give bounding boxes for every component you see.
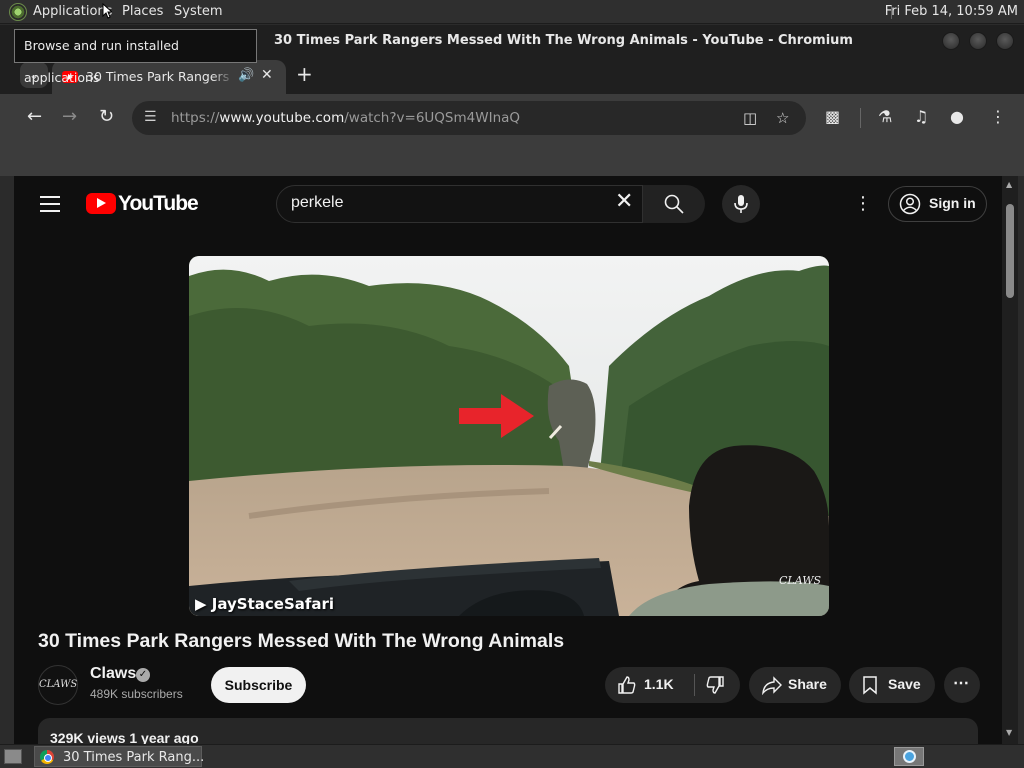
tab-title: 30 Times Park Rangers Messed With The Wr… [86, 69, 234, 84]
new-tab-button[interactable]: + [296, 62, 313, 86]
taskbar-window-chromium[interactable]: 30 Times Park Rang... [34, 746, 205, 767]
youtube-page: YouTube ✕ ⋮ Sign in [14, 176, 1018, 744]
subscriber-count: 489K subscribers [90, 687, 183, 701]
clock[interactable]: Fri Feb 14, 10:59 AM [885, 4, 1018, 19]
search-icon [664, 194, 684, 214]
view-stats: 329K views 1 year ago [50, 730, 199, 744]
like-count: 1.1K [644, 676, 674, 692]
share-button[interactable]: Share [749, 667, 841, 703]
description-box[interactable]: 329K views 1 year ago [38, 718, 978, 744]
video-player[interactable]: ▶ JayStaceSafari CLAWS [189, 256, 829, 616]
avatar[interactable]: CLAWS [38, 665, 78, 705]
address-bar[interactable]: ☰ https://www.youtube.com/watch?v=6UQSm4… [132, 101, 806, 135]
verified-check-icon: ✓ [136, 668, 150, 682]
more-actions-button[interactable]: ⋯ [944, 667, 980, 703]
reload-button[interactable]: ↻ [99, 106, 114, 127]
search-box[interactable] [276, 185, 643, 223]
like-dislike-group: 1.1K [605, 667, 740, 703]
search-button[interactable] [643, 185, 705, 223]
info-bar-area [0, 142, 1024, 176]
labs-flask-icon[interactable]: ⚗ [878, 107, 892, 126]
applications-tooltip: Browse and run installed applications [14, 29, 257, 85]
like-button[interactable]: 1.1K [605, 667, 694, 703]
applications-menu[interactable]: Applications [33, 4, 112, 19]
bottom-taskbar: 30 Times Park Rang... [0, 744, 1024, 768]
channel-watermark: CLAWS [779, 574, 822, 587]
thumbs-down-icon [706, 676, 724, 694]
bookmark-icon [863, 676, 877, 695]
tab-close-icon[interactable]: ✕ [261, 67, 273, 83]
install-app-icon[interactable]: ◫ [743, 109, 757, 127]
system-menu[interactable]: System [174, 4, 222, 19]
toolbar-separator [860, 108, 861, 128]
show-desktop-icon[interactable] [4, 749, 22, 764]
search-input[interactable] [291, 194, 591, 212]
subscribe-button[interactable]: Subscribe [211, 667, 306, 703]
forward-button[interactable]: → [62, 106, 77, 127]
channel-name[interactable]: Claws [90, 665, 136, 683]
profile-icon[interactable]: ● [950, 107, 964, 126]
scroll-up-arrow-icon[interactable]: ▲ [1006, 180, 1012, 189]
audio-playing-icon[interactable]: 🔊 [238, 68, 254, 83]
youtube-wordmark[interactable]: YouTube [118, 192, 199, 216]
bookmark-star-icon[interactable]: ☆ [776, 109, 789, 127]
dislike-button[interactable] [695, 667, 740, 703]
back-button[interactable]: ← [27, 106, 42, 127]
more-horizontal-icon: ⋯ [953, 675, 969, 692]
video-frame [189, 256, 829, 616]
voice-search-button[interactable] [722, 185, 760, 223]
share-icon [762, 676, 782, 695]
distro-logo-icon[interactable] [9, 3, 27, 21]
microphone-icon [734, 195, 748, 213]
save-button[interactable]: Save [849, 667, 935, 703]
minimize-button[interactable] [942, 32, 960, 50]
settings-kebab-icon[interactable]: ⋮ [854, 193, 872, 214]
extensions-icon[interactable]: ▩ [825, 107, 840, 126]
chromium-icon [40, 750, 54, 764]
maximize-button[interactable] [969, 32, 987, 50]
url-text[interactable]: https://www.youtube.com/watch?v=6UQSm4WI… [171, 110, 520, 126]
account-circle-icon [899, 193, 921, 215]
media-controls-icon[interactable]: ♫ [914, 107, 928, 126]
site-info-icon[interactable]: ☰ [144, 109, 157, 125]
scroll-down-arrow-icon[interactable]: ▼ [1006, 728, 1012, 737]
close-window-button[interactable] [996, 32, 1014, 50]
mouse-pointer-icon [102, 3, 112, 19]
video-watermark: ▶ JayStaceSafari [195, 595, 335, 613]
places-menu[interactable]: Places [122, 4, 163, 19]
workspace-app-icon [903, 750, 916, 763]
browser-toolbar: ← → ↻ ☰ https://www.youtube.com/watch?v=… [0, 94, 1024, 142]
top-panel: Applications Places System Fri Feb 14, 1… [0, 0, 1024, 24]
page-scrollbar[interactable]: ▲ ▼ [1002, 176, 1018, 744]
youtube-logo-icon[interactable] [86, 193, 116, 214]
browser-menu-icon[interactable]: ⋮ [990, 107, 1006, 126]
clear-search-icon[interactable]: ✕ [615, 191, 633, 213]
scrollbar-thumb[interactable] [1006, 204, 1014, 298]
thumbs-up-icon [618, 676, 636, 694]
taskbar-window-label: 30 Times Park Rang... [63, 750, 205, 765]
sign-in-button[interactable]: Sign in [888, 186, 987, 222]
window-title: 30 Times Park Rangers Messed With The Wr… [274, 33, 853, 48]
guide-menu-icon[interactable] [40, 196, 60, 217]
workspace-switcher[interactable] [894, 747, 924, 766]
video-title: 30 Times Park Rangers Messed With The Wr… [38, 630, 565, 652]
